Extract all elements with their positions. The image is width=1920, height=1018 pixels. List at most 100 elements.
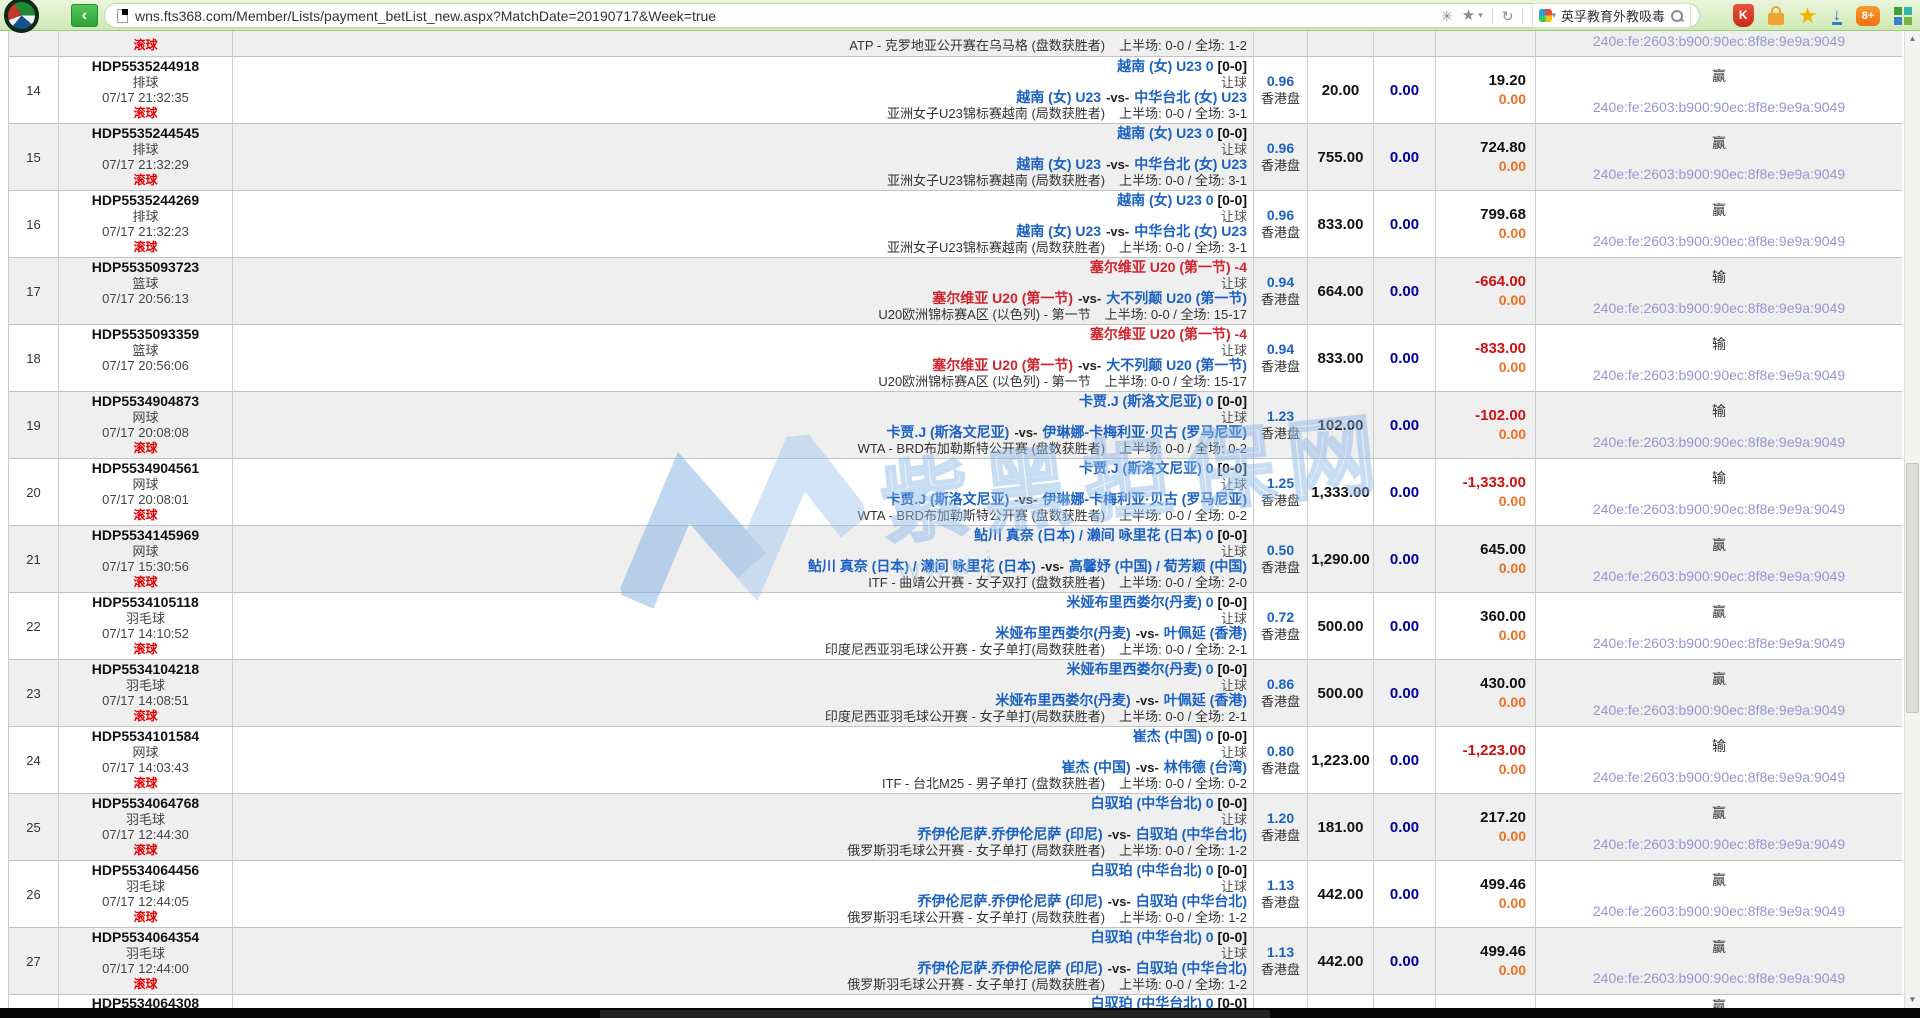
win-lose-status: 输 [1712, 267, 1726, 287]
row-number: 16 [9, 191, 59, 257]
search-input[interactable]: 英孚教育外教吸毒 [1561, 6, 1665, 25]
odds-type-label: 香港盘 [1261, 693, 1300, 710]
away-team: 伊琳娜-卡梅利亚·贝古 (罗马尼亚) [1042, 491, 1247, 507]
bet-id: HDP5534101584 [59, 729, 232, 745]
scrollbar-thumb[interactable] [1906, 463, 1919, 713]
browser-logo[interactable] [4, 0, 39, 33]
security-shield-icon[interactable]: K [1733, 4, 1754, 27]
apps-grid-icon[interactable] [1894, 7, 1912, 25]
current-score: [0-0] [1217, 125, 1247, 141]
live-bet-label: 滚球 [59, 173, 232, 189]
bet-type-label: 让球 [233, 209, 1247, 225]
home-team: 卡贾.J (斯洛文尼亚) [886, 424, 1009, 440]
bet-id: HDP5535093359 [59, 327, 232, 343]
commission-amount: 0.00 [1374, 258, 1436, 324]
bookmark-caret-icon[interactable]: ▾ [1478, 10, 1483, 21]
vs-label: -vs- [1041, 559, 1064, 574]
bet-row: 25 HDP5534064768 羽毛球 07/17 12:44:30 滚球 白… [9, 794, 1902, 861]
bet-type-label: 让球 [233, 75, 1247, 91]
commission-amount: 0.00 [1374, 392, 1436, 458]
favorites-star-icon[interactable]: ★ [1798, 5, 1818, 27]
bet-timestamp: 07/17 21:32:35 [59, 90, 232, 106]
win-lose-status: 输 [1712, 468, 1726, 488]
sport-type: 羽毛球 [59, 812, 232, 828]
home-team: 鲇川 真奈 (日本) / 濑间 咏里花 (日本) [808, 558, 1036, 574]
scroll-down-arrow-icon[interactable]: ▼ [1905, 992, 1920, 1008]
search-icon[interactable] [1670, 9, 1684, 23]
inline-search-box[interactable]: ▾ 英孚教育外教吸毒 [1532, 3, 1691, 28]
url-text[interactable]: wns.fts368.com/Member/Lists/payment_betL… [135, 8, 1433, 24]
league-name: 印度尼西亚羽毛球公开赛 - 女子单打(局数获胜者) [825, 642, 1105, 657]
bet-timestamp: 07/17 20:56:06 [59, 358, 232, 374]
bet-amount: 1,290.00 [1308, 526, 1374, 592]
notifications-badge-icon[interactable]: 8+ [1856, 6, 1880, 26]
divider [1522, 8, 1523, 24]
page-icon [117, 9, 128, 23]
odds-value: 1.25 [1267, 475, 1294, 492]
result-amount: 499.46 [1480, 876, 1526, 894]
match-score: 上半场: 0-0 / 全场: 2-1 [1119, 709, 1247, 724]
match-score: 上半场: 0-0 / 全场: 3-1 [1119, 173, 1247, 188]
bet-row-partial-top: 滚球 ATP - 克罗地亚公开赛在乌马格 (盘数获胜者)上半场: 0-0 / 全… [9, 31, 1902, 57]
taskbar-segment [600, 1010, 1270, 1018]
bet-id: HDP5534064456 [59, 863, 232, 879]
scroll-up-arrow-icon[interactable]: ▲ [1905, 31, 1920, 47]
odds-value: 0.72 [1267, 609, 1294, 626]
ip-address: 240e:fe:2603:b900:90ec:8f8e:9e9a:9049 [1593, 99, 1845, 115]
result-cell: 724.80 0.00 [1436, 124, 1536, 190]
search-engine-caret-icon[interactable]: ▾ [1551, 10, 1556, 21]
bookmark-star-icon[interactable]: ★ [1462, 9, 1475, 23]
result-secondary-amount: 0.00 [1499, 559, 1526, 577]
live-bet-label: 滚球 [59, 441, 232, 457]
address-bar[interactable]: wns.fts368.com/Member/Lists/payment_betL… [104, 3, 1700, 28]
bet-pick: 越南 (女) U23 0 [1117, 58, 1213, 74]
result-cell: 430.00 0.00 [1436, 660, 1536, 726]
bet-amount: 181.00 [1308, 794, 1374, 860]
result-cell: 645.00 0.00 [1436, 526, 1536, 592]
vs-label: -vs- [1078, 291, 1101, 306]
bet-row: 21 HDP5534145969 网球 07/17 15:30:56 滚球 鲇川… [9, 526, 1902, 593]
download-icon[interactable]: ↓ [1832, 7, 1843, 25]
bet-type-label: 让球 [233, 678, 1247, 694]
bet-pick: 塞尔维亚 U20 (第一节) -4 [1090, 326, 1247, 342]
bet-type-label: 让球 [233, 745, 1247, 761]
result-cell: 19.20 0.00 [1436, 57, 1536, 123]
bet-info-cell: HDP5534145969 网球 07/17 15:30:56 滚球 [59, 526, 233, 592]
odds-value: 1.20 [1267, 810, 1294, 827]
bet-row: 17 HDP5535093723 篮球 07/17 20:56:13 塞尔维亚 … [9, 258, 1902, 325]
bet-info-cell: HDP5535244269 排球 07/17 21:32:23 滚球 [59, 191, 233, 257]
row-number: 20 [9, 459, 59, 525]
odds-cell: 0.96 香港盘 [1254, 124, 1308, 190]
current-score: [0-0] [1217, 995, 1247, 1008]
translate-icon[interactable]: ✳ [1441, 9, 1453, 23]
back-button[interactable]: ‹ [71, 4, 98, 27]
match-info-cell: 塞尔维亚 U20 (第一节) -4 让球 塞尔维亚 U20 (第一节)-vs-大… [233, 325, 1254, 391]
status-cell: 赢 240e:fe:2603:b900:90ec:8f8e:9e9a:9049 [1536, 593, 1902, 659]
result-amount: -664.00 [1475, 273, 1526, 291]
odds-type-label: 香港盘 [1261, 559, 1300, 576]
match-score: 上半场: 0-0 / 全场: 15-17 [1105, 374, 1247, 389]
bet-pick: 白驭珀 (中华台北) 0 [1091, 929, 1214, 945]
vertical-scrollbar[interactable]: ▲ ▼ [1904, 31, 1920, 1008]
bet-id: HDP5534064354 [59, 930, 232, 946]
bet-info-cell: HDP5534101584 网球 07/17 14:03:43 滚球 [59, 727, 233, 793]
away-team: 中华台北 (女) U23 [1134, 89, 1247, 105]
result-cell: 799.68 0.00 [1436, 191, 1536, 257]
lock-icon[interactable] [1768, 13, 1784, 25]
bet-pick: 越南 (女) U23 0 [1117, 192, 1213, 208]
row-number: 24 [9, 727, 59, 793]
status-cell: 输 240e:fe:2603:b900:90ec:8f8e:9e9a:9049 [1536, 727, 1902, 793]
away-team: 伊琳娜-卡梅利亚·贝古 (罗马尼亚) [1042, 424, 1247, 440]
row-number: 15 [9, 124, 59, 190]
away-team: 大不列颠 U20 (第一节) [1106, 290, 1247, 306]
league-name: 亚洲女子U23锦标赛越南 (局数获胜者) [887, 240, 1105, 255]
result-cell: 499.46 0.00 [1436, 861, 1536, 927]
bet-info-cell: HDP5535244918 排球 07/17 21:32:35 滚球 [59, 57, 233, 123]
result-amount: -1,333.00 [1463, 474, 1526, 492]
sport-type: 羽毛球 [59, 879, 232, 895]
odds-value: 0.96 [1267, 207, 1294, 224]
ip-address: 240e:fe:2603:b900:90ec:8f8e:9e9a:9049 [1593, 836, 1845, 852]
bet-info-cell: HDP5534064768 羽毛球 07/17 12:44:30 滚球 [59, 794, 233, 860]
bet-pick: 塞尔维亚 U20 (第一节) -4 [1090, 259, 1247, 275]
refresh-icon[interactable]: ↻ [1502, 9, 1514, 23]
